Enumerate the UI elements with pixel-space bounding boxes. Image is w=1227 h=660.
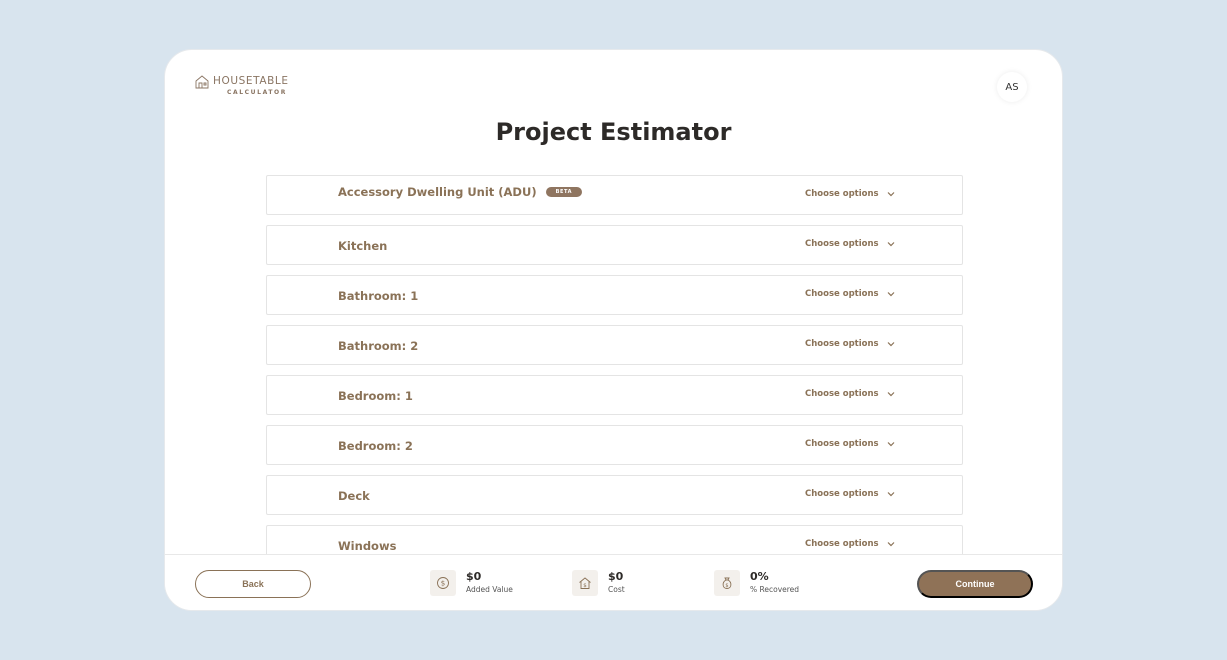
choose-options-label: Choose options	[805, 339, 879, 349]
choose-options-label: Choose options	[805, 389, 879, 399]
footer-bar: Back $ $0 Added Value $ $0 Cost $ 0% % R…	[165, 554, 1062, 610]
choose-options-button[interactable]: Choose options	[805, 539, 895, 549]
choose-options-button[interactable]: Choose options	[805, 289, 895, 299]
project-row-bedroom-1[interactable]: Bedroom: 1 Choose options	[266, 375, 963, 415]
choose-options-label: Choose options	[805, 489, 879, 499]
project-list: Accessory Dwelling Unit (ADU) BETA Choos…	[266, 175, 963, 575]
choose-options-button[interactable]: Choose options	[805, 389, 895, 399]
main-card: HOUSETABLE CALCULATOR AS Project Estimat…	[164, 49, 1063, 611]
svg-text:$: $	[441, 580, 445, 588]
back-button[interactable]: Back	[195, 570, 311, 598]
chevron-down-icon	[887, 192, 895, 197]
choose-options-button[interactable]: Choose options	[805, 489, 895, 499]
beta-badge: BETA	[545, 187, 583, 197]
stat-recovered: $ 0% % Recovered	[714, 570, 799, 596]
stat-value: $0	[608, 570, 624, 583]
continue-button[interactable]: Continue	[917, 570, 1033, 598]
choose-options-button[interactable]: Choose options	[805, 339, 895, 349]
stat-label: Added Value	[466, 585, 513, 594]
project-row-bathroom-2[interactable]: Bathroom: 2 Choose options	[266, 325, 963, 365]
dollar-coin-icon: $	[437, 577, 449, 589]
row-label: Accessory Dwelling Unit (ADU)	[338, 185, 537, 199]
chevron-down-icon	[887, 392, 895, 397]
chevron-down-icon	[887, 542, 895, 547]
project-row-deck[interactable]: Deck Choose options	[266, 475, 963, 515]
choose-options-label: Choose options	[805, 189, 879, 199]
stat-label: % Recovered	[750, 585, 800, 594]
stat-value: 0%	[750, 570, 769, 583]
stat-value: $0	[466, 570, 482, 583]
choose-options-label: Choose options	[805, 539, 879, 549]
choose-options-button[interactable]: Choose options	[805, 189, 895, 199]
row-label: Bathroom: 2	[338, 339, 419, 353]
chevron-down-icon	[887, 292, 895, 297]
page-title: Project Estimator	[495, 118, 732, 146]
row-label: Deck	[338, 489, 370, 503]
row-label: Bedroom: 1	[338, 389, 413, 403]
house-dollar-icon: $	[579, 577, 591, 589]
row-label: Kitchen	[338, 239, 388, 253]
stat-added-value: $ $0 Added Value	[430, 570, 513, 596]
choose-options-button[interactable]: Choose options	[805, 439, 895, 449]
row-label: Windows	[338, 539, 397, 553]
row-label: Bathroom: 1	[338, 289, 419, 303]
house-logo-icon	[195, 75, 209, 89]
svg-text:$: $	[725, 583, 728, 589]
logo-name: HOUSETABLE	[213, 75, 289, 87]
choose-options-label: Choose options	[805, 439, 879, 449]
money-bag-icon: $	[722, 577, 732, 589]
chevron-down-icon	[887, 242, 895, 247]
choose-options-button[interactable]: Choose options	[805, 239, 895, 249]
chevron-down-icon	[887, 492, 895, 497]
choose-options-label: Choose options	[805, 239, 879, 249]
choose-options-label: Choose options	[805, 289, 879, 299]
project-row-bathroom-1[interactable]: Bathroom: 1 Choose options	[266, 275, 963, 315]
project-row-bedroom-2[interactable]: Bedroom: 2 Choose options	[266, 425, 963, 465]
logo[interactable]: HOUSETABLE CALCULATOR	[195, 74, 289, 96]
user-avatar[interactable]: AS	[997, 72, 1027, 102]
logo-subtitle: CALCULATOR	[227, 89, 287, 96]
stat-label: Cost	[608, 585, 625, 594]
svg-text:$: $	[583, 583, 587, 589]
chevron-down-icon	[887, 442, 895, 447]
project-row-kitchen[interactable]: Kitchen Choose options	[266, 225, 963, 265]
chevron-down-icon	[887, 342, 895, 347]
project-row-adu[interactable]: Accessory Dwelling Unit (ADU) BETA Choos…	[266, 175, 963, 215]
row-label: Bedroom: 2	[338, 439, 413, 453]
stat-cost: $ $0 Cost	[572, 570, 625, 596]
